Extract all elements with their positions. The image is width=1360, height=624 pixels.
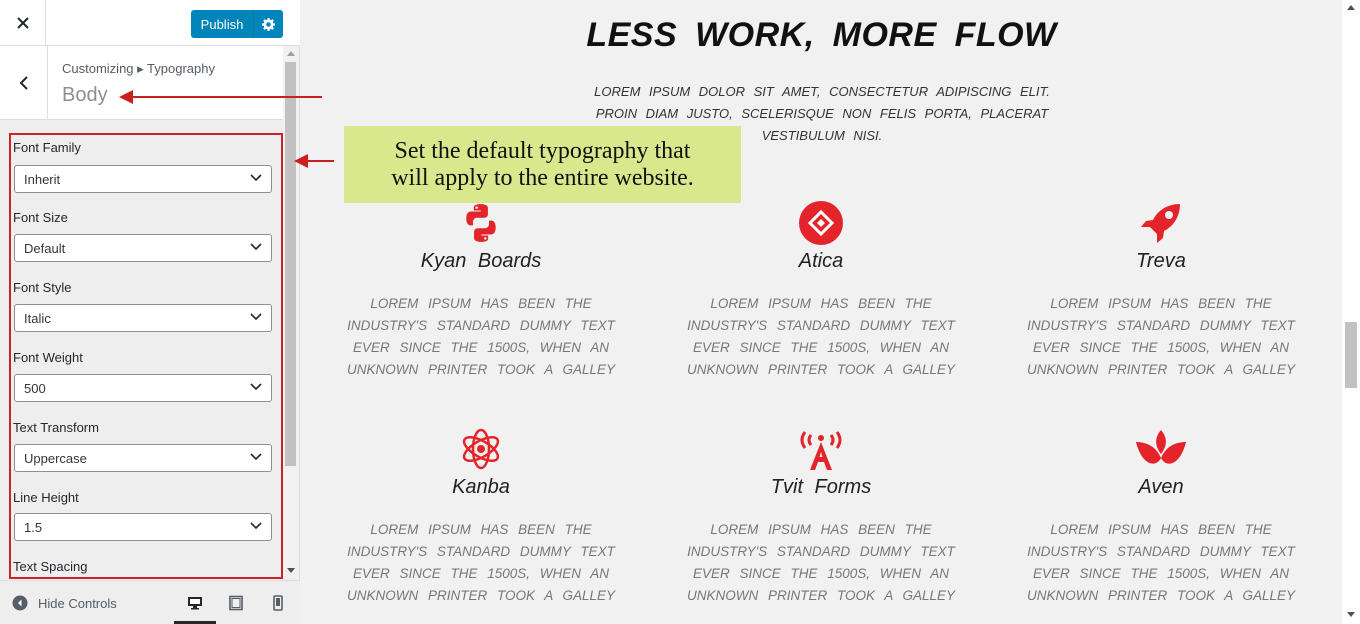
publish-settings-button[interactable] — [254, 17, 283, 31]
sidebar-scroll-thumb[interactable] — [285, 62, 296, 466]
font-family-select[interactable]: Inherit — [14, 165, 272, 193]
publish-button[interactable]: Publish — [191, 10, 283, 38]
hero-title: LESS WORK, MORE FLOW — [586, 16, 1057, 54]
chevron-down-icon — [250, 174, 262, 182]
line-height-label: Line Height — [13, 490, 79, 505]
text-transform-value: Uppercase — [24, 450, 87, 466]
sidebar-scrollbar[interactable] — [283, 46, 299, 578]
line-height-select[interactable]: 1.5 — [14, 513, 272, 541]
lotus-icon — [1136, 430, 1186, 464]
customizer-sidebar: Publish Customizing ▸ Typography Body Fo… — [0, 0, 300, 624]
font-weight-label: Font Weight — [13, 350, 83, 365]
diamond-logo-icon — [799, 201, 843, 245]
publish-label: Publish — [200, 16, 244, 32]
section-header: Customizing ▸ Typography Body — [0, 46, 283, 120]
feature-card: Tvit Forms Lorem Ipsum has been the indu… — [671, 426, 971, 607]
card-title: Aven — [1138, 476, 1184, 498]
font-style-value: Italic — [24, 310, 51, 326]
card-text: Lorem Ipsum has been the industry's stan… — [686, 522, 956, 603]
rocket-icon — [1141, 204, 1180, 243]
preview-scroll-thumb[interactable] — [1345, 322, 1357, 388]
preview-scroll-up-arrow[interactable] — [1347, 5, 1355, 10]
customizer-topbar: Publish — [0, 0, 300, 46]
scroll-up-arrow[interactable] — [287, 51, 295, 56]
feature-card: Aven Lorem Ipsum has been the industry's… — [1011, 426, 1311, 607]
font-size-value: Default — [24, 240, 66, 256]
chevron-down-icon — [250, 453, 262, 461]
card-title: Treva — [1136, 250, 1186, 272]
section-title: Body — [62, 84, 108, 106]
feature-card: Atica Lorem Ipsum has been the industry'… — [671, 200, 971, 381]
font-weight-select[interactable]: 500 — [14, 374, 272, 402]
preview-scroll-down-arrow[interactable] — [1347, 612, 1355, 617]
callout-line-2: will apply to the entire website. — [391, 164, 694, 191]
atom-icon — [462, 428, 500, 470]
text-spacing-label: Text Spacing — [13, 559, 88, 574]
chevron-down-icon — [250, 522, 262, 530]
card-text: Lorem Ipsum has been the industry's stan… — [1026, 296, 1296, 377]
card-title: Atica — [798, 250, 844, 272]
font-family-label: Font Family — [13, 140, 81, 155]
desktop-icon — [188, 597, 202, 610]
card-title: Kanba — [452, 476, 510, 498]
annotation-callout: Set the default typography that will app… — [344, 126, 741, 203]
scroll-down-arrow[interactable] — [287, 568, 295, 573]
card-text: Lorem Ipsum has been the industry's stan… — [1026, 522, 1296, 603]
close-customizer-button[interactable] — [0, 0, 46, 46]
hide-controls-label: Hide Controls — [38, 595, 117, 611]
tablet-icon — [229, 595, 243, 611]
collapse-arrow-icon — [12, 595, 28, 611]
text-transform-label: Text Transform — [13, 420, 99, 435]
font-style-select[interactable]: Italic — [14, 304, 272, 332]
close-icon — [16, 17, 29, 29]
customizer-footer: Hide Controls — [0, 580, 300, 624]
card-title: Kyan Boards — [420, 250, 542, 272]
python-icon — [466, 204, 496, 242]
text-transform-select[interactable]: Uppercase — [14, 444, 272, 472]
card-text: Lorem Ipsum has been the industry's stan… — [346, 522, 616, 603]
chevron-down-icon — [250, 383, 262, 391]
chevron-down-icon — [250, 243, 262, 251]
preview-desktop-button[interactable] — [180, 591, 210, 615]
broadcast-icon — [800, 431, 842, 470]
preview-mobile-button[interactable] — [263, 591, 293, 615]
font-family-value: Inherit — [24, 171, 61, 187]
back-button[interactable] — [0, 46, 48, 120]
font-size-select[interactable]: Default — [14, 234, 272, 262]
font-weight-value: 500 — [24, 380, 46, 396]
gear-icon — [262, 17, 275, 31]
chevron-left-icon — [19, 76, 28, 90]
line-height-value: 1.5 — [24, 519, 43, 535]
feature-card: Kyan Boards Lorem Ipsum has been the ind… — [331, 200, 631, 381]
hide-controls-button[interactable]: Hide Controls — [12, 595, 117, 611]
preview-scrollbar[interactable] — [1342, 0, 1360, 624]
chevron-down-icon — [250, 313, 262, 321]
typography-controls-panel: Font Family Inherit Font Size Default Fo… — [9, 133, 283, 579]
preview-tablet-button[interactable] — [221, 591, 251, 615]
mobile-icon — [273, 595, 283, 611]
callout-line-1: Set the default typography that — [394, 137, 691, 164]
font-style-label: Font Style — [13, 280, 72, 295]
card-text: Lorem Ipsum has been the industry's stan… — [686, 296, 956, 377]
feature-card: Treva Lorem Ipsum has been the industry'… — [1011, 200, 1311, 381]
breadcrumb: Customizing ▸ Typography — [62, 61, 215, 76]
card-text: Lorem Ipsum has been the industry's stan… — [346, 296, 616, 377]
site-preview: LESS WORK, MORE FLOW Lorem ipsum dolor s… — [301, 0, 1342, 624]
feature-card: Kanba Lorem Ipsum has been the industry'… — [331, 426, 631, 607]
font-size-label: Font Size — [13, 210, 68, 225]
card-title: Tvit Forms — [770, 476, 872, 498]
